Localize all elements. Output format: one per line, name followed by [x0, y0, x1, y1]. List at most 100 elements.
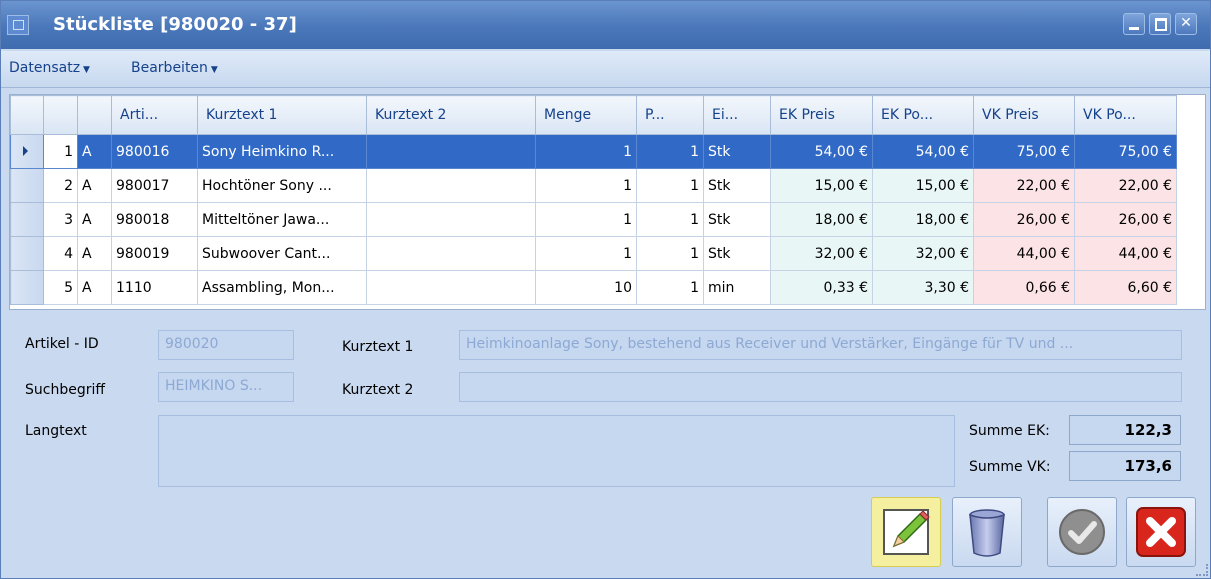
cell-vk-preis[interactable]: 44,00 €: [973, 236, 1075, 271]
cell-menge[interactable]: 1: [535, 236, 637, 271]
artikel-id-label: Artikel - ID: [25, 336, 99, 352]
cell-p[interactable]: 1: [636, 236, 704, 271]
cell-ek-preis[interactable]: 0,33 €: [770, 270, 873, 305]
header-ek-pos[interactable]: EK Po...: [872, 95, 974, 135]
cell-ek-preis[interactable]: 15,00 €: [770, 168, 873, 203]
cell-einheit[interactable]: Stk: [703, 236, 771, 271]
cell-ek-pos[interactable]: 15,00 €: [872, 168, 974, 203]
cell-kurztext1[interactable]: Mitteltöner Jawa...: [197, 202, 367, 237]
suchbegriff-field[interactable]: HEIMKINO S...: [158, 372, 294, 402]
table-row[interactable]: 2 A 980017 Hochtöner Sony ... 1 1 Stk 15…: [10, 168, 1177, 203]
cell-artikel[interactable]: 980019: [111, 236, 198, 271]
cell-kurztext1[interactable]: Subwoover Cant...: [197, 236, 367, 271]
cell-einheit[interactable]: Stk: [703, 134, 771, 169]
artikel-id-field[interactable]: 980020: [158, 330, 294, 360]
cell-kurztext2[interactable]: [366, 270, 536, 305]
stueckliste-grid[interactable]: Arti... Kurztext 1 Kurztext 2 Menge P...…: [9, 94, 1206, 310]
cell-p[interactable]: 1: [636, 168, 704, 203]
header-ek-preis[interactable]: EK Preis: [770, 95, 873, 135]
cell-pos[interactable]: 1: [43, 134, 78, 169]
cell-kurztext2[interactable]: [366, 236, 536, 271]
cell-p[interactable]: 1: [636, 202, 704, 237]
cell-kurztext1[interactable]: Hochtöner Sony ...: [197, 168, 367, 203]
cell-pos[interactable]: 4: [43, 236, 78, 271]
ok-button[interactable]: [1047, 497, 1117, 567]
cell-type[interactable]: A: [77, 202, 112, 237]
cell-type[interactable]: A: [77, 168, 112, 203]
cell-ek-pos[interactable]: 18,00 €: [872, 202, 974, 237]
header-pos[interactable]: [43, 95, 78, 135]
kurztext1-field[interactable]: Heimkinoanlage Sony, bestehend aus Recei…: [459, 330, 1182, 360]
cell-vk-pos[interactable]: 26,00 €: [1074, 202, 1177, 237]
header-type[interactable]: [77, 95, 112, 135]
cell-ek-pos[interactable]: 32,00 €: [872, 236, 974, 271]
cell-menge[interactable]: 1: [535, 168, 637, 203]
header-menge[interactable]: Menge: [535, 95, 637, 135]
cell-ek-preis[interactable]: 18,00 €: [770, 202, 873, 237]
cell-type[interactable]: A: [77, 236, 112, 271]
table-row[interactable]: 4 A 980019 Subwoover Cant... 1 1 Stk 32,…: [10, 236, 1177, 271]
cell-kurztext1[interactable]: Sony Heimkino R...: [197, 134, 367, 169]
cell-ek-preis[interactable]: 32,00 €: [770, 236, 873, 271]
cell-vk-pos[interactable]: 44,00 €: [1074, 236, 1177, 271]
table-row[interactable]: 3 A 980018 Mitteltöner Jawa... 1 1 Stk 1…: [10, 202, 1177, 237]
cell-menge[interactable]: 10: [535, 270, 637, 305]
cell-menge[interactable]: 1: [535, 202, 637, 237]
cell-p[interactable]: 1: [636, 134, 704, 169]
cell-vk-pos[interactable]: 6,60 €: [1074, 270, 1177, 305]
cell-artikel[interactable]: 980017: [111, 168, 198, 203]
cell-artikel[interactable]: 1110: [111, 270, 198, 305]
cell-menge[interactable]: 1: [535, 134, 637, 169]
header-kurztext2[interactable]: Kurztext 2: [366, 95, 536, 135]
cell-type[interactable]: A: [77, 134, 112, 169]
cell-pos[interactable]: 3: [43, 202, 78, 237]
close-window-button[interactable]: ✕: [1175, 13, 1197, 35]
row-selector[interactable]: [10, 168, 44, 203]
cell-p[interactable]: 1: [636, 270, 704, 305]
cell-einheit[interactable]: Stk: [703, 202, 771, 237]
cell-kurztext2[interactable]: [366, 134, 536, 169]
cell-type[interactable]: A: [77, 270, 112, 305]
menu-datensatz[interactable]: Datensatz ▼: [9, 60, 90, 76]
cell-kurztext2[interactable]: [366, 202, 536, 237]
cell-ek-pos[interactable]: 54,00 €: [872, 134, 974, 169]
header-vk-pos[interactable]: VK Po...: [1074, 95, 1177, 135]
cell-pos[interactable]: 5: [43, 270, 78, 305]
cell-artikel[interactable]: 980016: [111, 134, 198, 169]
minimize-button[interactable]: [1123, 13, 1145, 35]
row-selector[interactable]: [10, 236, 44, 271]
cell-vk-preis[interactable]: 75,00 €: [973, 134, 1075, 169]
cell-vk-preis[interactable]: 0,66 €: [973, 270, 1075, 305]
cell-kurztext2[interactable]: [366, 168, 536, 203]
header-vk-preis[interactable]: VK Preis: [973, 95, 1075, 135]
cell-vk-pos[interactable]: 75,00 €: [1074, 134, 1177, 169]
cell-vk-pos[interactable]: 22,00 €: [1074, 168, 1177, 203]
title-bar[interactable]: Stückliste [980020 - 37] ✕: [1, 1, 1210, 49]
maximize-button[interactable]: [1149, 13, 1171, 35]
edit-button[interactable]: [871, 497, 941, 567]
header-artikel[interactable]: Arti...: [111, 95, 198, 135]
cell-vk-preis[interactable]: 22,00 €: [973, 168, 1075, 203]
cancel-button[interactable]: [1126, 497, 1196, 567]
table-row[interactable]: 1 A 980016 Sony Heimkino R... 1 1 Stk 54…: [10, 134, 1177, 169]
cell-kurztext1[interactable]: Assambling, Mon...: [197, 270, 367, 305]
table-row[interactable]: 5 A 1110 Assambling, Mon... 10 1 min 0,3…: [10, 270, 1177, 305]
cell-pos[interactable]: 2: [43, 168, 78, 203]
row-selector[interactable]: [10, 202, 44, 237]
cell-ek-preis[interactable]: 54,00 €: [770, 134, 873, 169]
cell-einheit[interactable]: min: [703, 270, 771, 305]
menu-bearbeiten[interactable]: Bearbeiten ▼: [131, 60, 218, 76]
header-einheit[interactable]: Ei...: [703, 95, 771, 135]
header-p[interactable]: P...: [636, 95, 704, 135]
cell-artikel[interactable]: 980018: [111, 202, 198, 237]
cell-einheit[interactable]: Stk: [703, 168, 771, 203]
cell-vk-preis[interactable]: 26,00 €: [973, 202, 1075, 237]
resize-grip[interactable]: [1196, 564, 1208, 576]
delete-button[interactable]: [952, 497, 1022, 567]
langtext-field[interactable]: [158, 415, 955, 487]
header-kurztext1[interactable]: Kurztext 1: [197, 95, 367, 135]
cell-ek-pos[interactable]: 3,30 €: [872, 270, 974, 305]
kurztext2-field[interactable]: [459, 372, 1182, 402]
row-selector[interactable]: [10, 134, 44, 169]
row-selector[interactable]: [10, 270, 44, 305]
